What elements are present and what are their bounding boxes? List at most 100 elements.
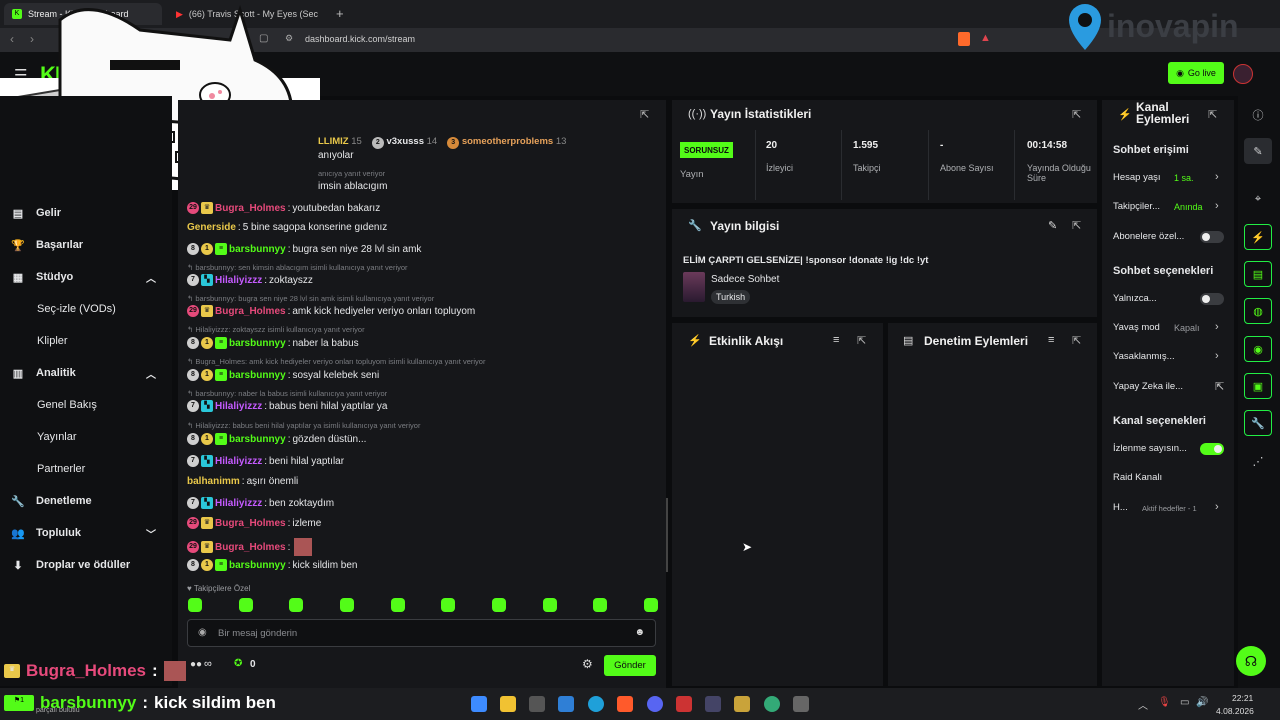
emote-icon[interactable]: [390, 598, 405, 612]
emote-icon[interactable]: [188, 598, 202, 612]
back-icon[interactable]: ‹: [10, 32, 14, 46]
pencil-icon[interactable]: ✎: [1244, 138, 1272, 164]
emote-icon[interactable]: [491, 598, 506, 612]
chat-username[interactable]: Bugra_Holmes: [215, 542, 286, 553]
menu-icon[interactable]: ☰: [14, 66, 27, 84]
target-icon[interactable]: ⌖: [1244, 186, 1272, 212]
support-icon[interactable]: ☊: [1236, 646, 1266, 676]
send-button[interactable]: Gönder: [604, 655, 656, 676]
volume-icon[interactable]: 🔊: [1196, 697, 1208, 708]
channel-action-label[interactable]: Abonelere özel...: [1113, 231, 1184, 242]
new-tab-icon[interactable]: +: [336, 6, 344, 21]
channel-popout-icon[interactable]: ⇱: [1208, 108, 1217, 121]
chevron-right-icon[interactable]: ›: [1215, 200, 1219, 212]
chat-username[interactable]: Generside: [187, 222, 236, 233]
broadcast-icon[interactable]: ◉: [1244, 336, 1272, 362]
discord-icon[interactable]: [647, 696, 663, 712]
chat-username[interactable]: Hilaliyizzz: [215, 456, 262, 467]
info-popout-icon[interactable]: ⇱: [1072, 219, 1081, 232]
brave-shield-icon[interactable]: [958, 32, 970, 46]
app-icon[interactable]: [676, 696, 692, 712]
sidebar-item[interactable]: ⬇ Droplar ve ödüller: [0, 552, 172, 578]
network-icon[interactable]: ▭: [1180, 697, 1189, 708]
emote-icon[interactable]: [593, 598, 608, 612]
avatar[interactable]: [1233, 64, 1253, 84]
sidebar-item[interactable]: 🔧 Denetleme: [0, 488, 172, 514]
external-link-icon[interactable]: ⇱: [1215, 380, 1224, 393]
sidebar-item[interactable]: ▦ Stüdyo ︿: [0, 264, 172, 290]
chat-username[interactable]: barsbunnyy: [229, 434, 286, 445]
stats-popout-icon[interactable]: ⇱: [1072, 108, 1081, 121]
toggle-switch[interactable]: [1200, 231, 1224, 243]
emote-icon[interactable]: [542, 598, 557, 612]
sidebar-item[interactable]: Yayınlar: [0, 424, 172, 450]
popout-icon[interactable]: ⇱: [640, 108, 649, 121]
mail-icon[interactable]: [558, 696, 574, 712]
chevron-right-icon[interactable]: ›: [1215, 171, 1219, 183]
stats-icon[interactable]: ▣: [1244, 373, 1272, 399]
channel-action-label[interactable]: İzlenme sayısın...: [1113, 443, 1187, 454]
sidebar-item[interactable]: ▥ Analitik ︿: [0, 360, 172, 386]
site-info-icon[interactable]: ⚙: [285, 33, 293, 44]
chevron-right-icon[interactable]: ›: [1215, 350, 1219, 362]
toggle-switch[interactable]: [1200, 443, 1224, 455]
chat-bubble-icon[interactable]: ◍: [1244, 298, 1272, 324]
chat-username[interactable]: Bugra_Holmes: [215, 306, 286, 317]
chat-username[interactable]: barsbunnyy: [229, 560, 286, 571]
channel-action-label[interactable]: Yalnızca...: [1113, 293, 1157, 304]
channel-action-label[interactable]: Raid Kanalı: [1113, 472, 1162, 483]
chat-username[interactable]: Hilaliyizzz: [215, 275, 262, 286]
chat-username[interactable]: Hilaliyizzz: [215, 401, 262, 412]
chat-scrollbar[interactable]: [666, 498, 668, 572]
channel-action-label[interactable]: H...: [1113, 502, 1128, 513]
brave-rewards-icon[interactable]: ▲: [980, 32, 991, 44]
wrench-icon[interactable]: 🔧: [1244, 410, 1272, 436]
chat-username[interactable]: barsbunnyy: [229, 244, 286, 255]
sidebar-item[interactable]: Genel Bakış: [0, 392, 172, 418]
emoji-icon[interactable]: ☻: [634, 627, 645, 638]
emote-icon[interactable]: [441, 598, 456, 612]
chevron-icon[interactable]: ﹀: [146, 526, 156, 541]
app-icon[interactable]: [764, 696, 780, 712]
chat-username[interactable]: balhanimm: [187, 476, 240, 487]
chevron-icon[interactable]: ︿: [146, 270, 156, 285]
chat-input-box[interactable]: ◉ Bir mesaj gönderin ☻: [187, 619, 656, 647]
sidebar-item[interactable]: Partnerler: [0, 456, 172, 482]
chevron-right-icon[interactable]: ›: [1215, 501, 1219, 513]
channel-action-label[interactable]: Hesap yaşı: [1113, 172, 1161, 183]
tray-chevron-icon[interactable]: ︿: [1138, 697, 1148, 712]
app-icon[interactable]: [734, 696, 750, 712]
chat-username[interactable]: Hilaliyizzz: [215, 498, 262, 509]
channel-action-label[interactable]: Yapay Zeka ile...: [1113, 381, 1183, 392]
tab-kick-dashboard[interactable]: K Stream - Kick Dashboard: [4, 3, 162, 25]
settings-icon[interactable]: [793, 696, 809, 712]
file-explorer-icon[interactable]: [500, 696, 516, 712]
app-icon[interactable]: [705, 696, 721, 712]
chat-username[interactable]: barsbunnyy: [229, 338, 286, 349]
lightning-icon[interactable]: ⚡: [1244, 224, 1272, 250]
sidebar-item[interactable]: Seç-izle (VODs): [0, 296, 172, 322]
sidebar-item[interactable]: 🏆 Başarılar: [0, 232, 172, 258]
go-live-button[interactable]: ◉ Go live: [1168, 62, 1224, 84]
sidebar-item[interactable]: ▤ Gelir: [0, 200, 172, 226]
emote-icon[interactable]: [643, 598, 658, 612]
chevron-right-icon[interactable]: ›: [1215, 321, 1219, 333]
emote-icon[interactable]: [238, 598, 253, 612]
clock-time[interactable]: 22:21: [1232, 693, 1253, 703]
store-icon[interactable]: [529, 696, 545, 712]
tab-youtube[interactable]: ▶ (66) Travis Scott - My Eyes (Sec: [168, 3, 328, 25]
sidebar-item[interactable]: Klipler: [0, 328, 172, 354]
activity-popout-icon[interactable]: ⇱: [857, 334, 866, 347]
filter-icon[interactable]: ≡: [833, 334, 839, 346]
clock-date[interactable]: 4.08.2026: [1216, 706, 1254, 716]
emote-icon[interactable]: [339, 598, 354, 612]
brave-icon[interactable]: [617, 696, 633, 712]
kick-logo[interactable]: KICK: [40, 62, 91, 88]
info-icon[interactable]: ⓘ: [1244, 102, 1272, 128]
chevron-icon[interactable]: ︿: [146, 366, 156, 381]
filter-icon[interactable]: ≡: [1048, 334, 1054, 346]
url-text[interactable]: dashboard.kick.com/stream: [305, 34, 415, 44]
microphone-icon[interactable]: 🎙: [1158, 697, 1171, 708]
bookmark-icon[interactable]: ▢: [259, 33, 268, 44]
chat-username[interactable]: Bugra_Holmes: [215, 518, 286, 529]
